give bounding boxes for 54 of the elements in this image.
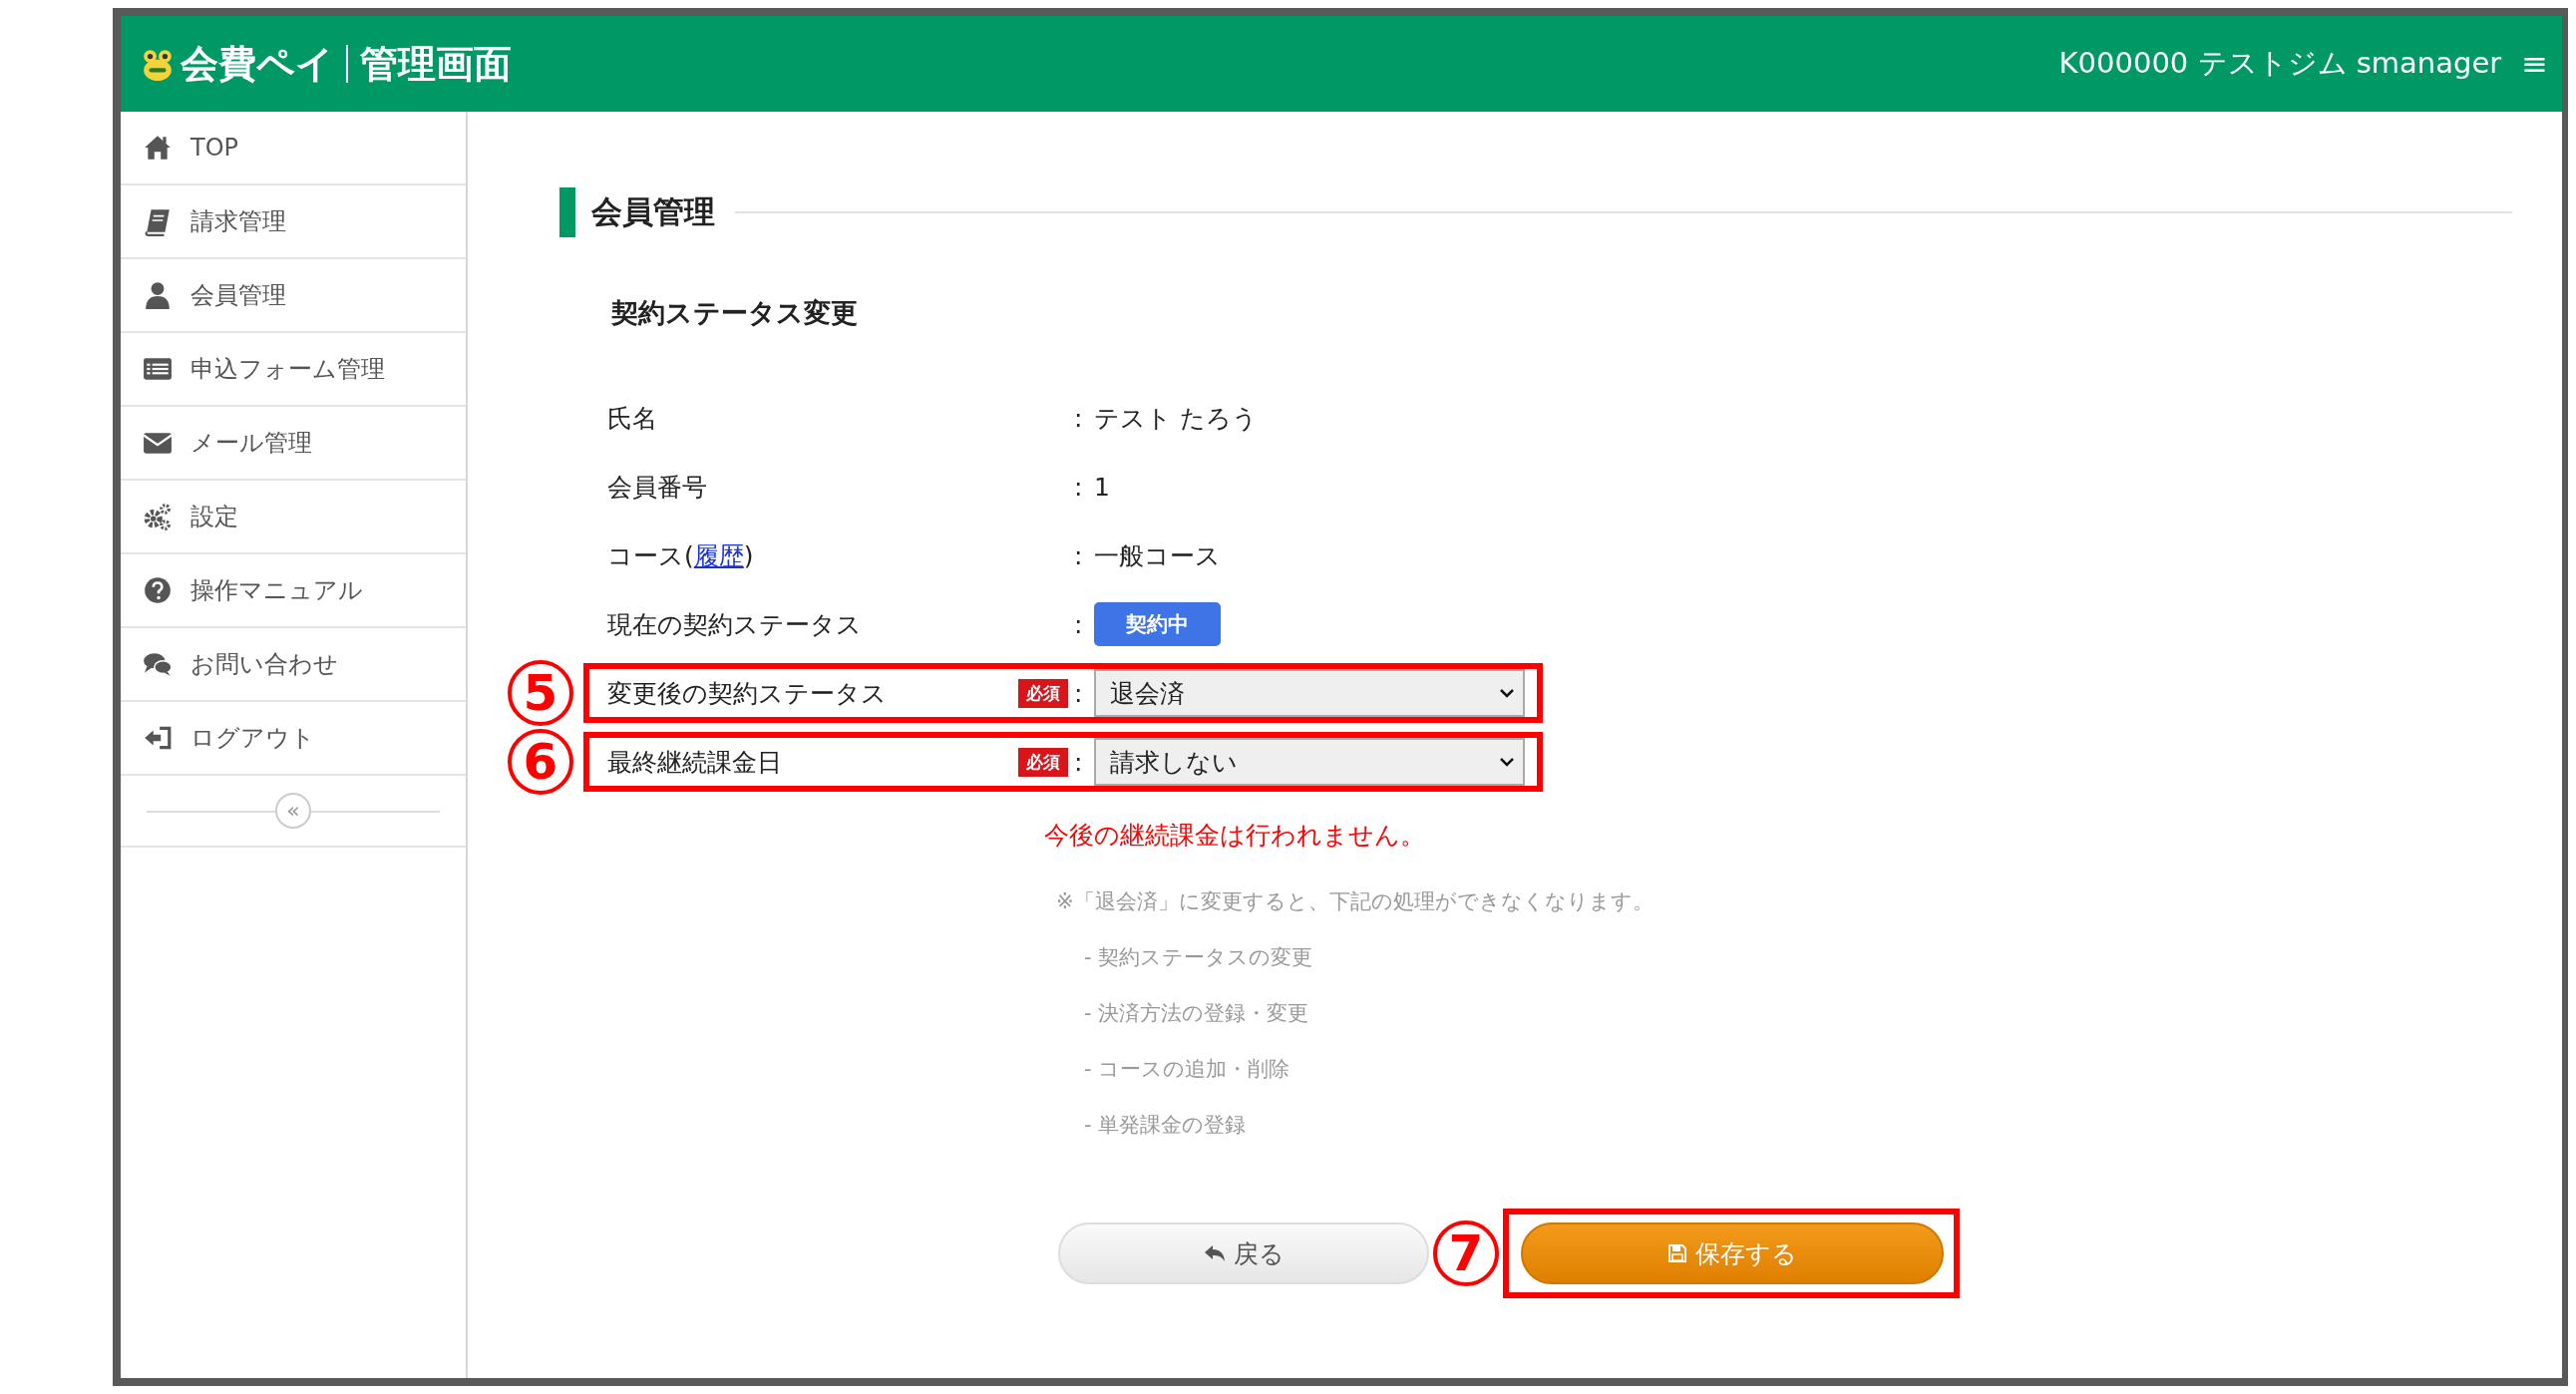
frog-logo-icon [141,47,175,81]
sidebar-item[interactable]: メール管理 [121,407,466,481]
separator: : [1074,678,1084,708]
sidebar-item[interactable]: 設定 [121,481,466,554]
dropdown[interactable]: 退会済 [1094,669,1525,717]
header-title: 管理画面 [360,40,512,88]
note-item: - 契約ステータスの変更 [1083,944,1314,971]
separator: : [1074,747,1084,777]
chevron-down-icon [1499,755,1515,769]
status-badge: 契約中 [1094,602,1221,646]
field-label: コース(履歴) [607,539,754,572]
logo-text: 会費ペイ [181,40,334,88]
separator: : [1074,403,1084,433]
note-text: ※「退会済」に変更すると、下記の処理ができなくなります。 [1056,888,1655,915]
separator: : [1074,609,1084,639]
warning-text: 今後の継続課金は行われません。 [1044,820,1426,852]
callout-number: 6 [508,729,573,795]
reply-arrow-icon [1203,1244,1226,1262]
sidebar-item[interactable]: TOP [121,112,466,185]
menu-icon[interactable]: ≡ [2521,45,2548,83]
field-label: 会員番号 [607,471,707,504]
title-accent-bar [559,187,575,237]
callout-number: 7 [1433,1220,1499,1286]
note-item: - 決済方法の登録・変更 [1083,1000,1310,1027]
sidebar-item[interactable]: 申込フォーム管理 [121,333,466,407]
chevron-down-icon [1499,686,1515,700]
field-label: 最終継続課金日 [607,746,782,779]
field-label: 現在の契約ステータス [607,608,862,641]
field-value: 一般コース [1094,539,1221,572]
sidebar-item[interactable]: ログアウト [121,702,466,776]
sidebar-item[interactable]: お問い合わせ [121,628,466,702]
note-item: - コースの追加・削除 [1083,1056,1291,1083]
separator: : [1074,472,1084,502]
section-title: 契約ステータス変更 [611,296,859,330]
back-button[interactable]: 戻る [1058,1222,1429,1284]
person-icon [143,280,173,310]
callout-number: 5 [508,660,573,726]
history-link[interactable]: 履歴 [693,540,744,570]
separator: : [1074,540,1084,570]
dropdown[interactable]: 請求しない [1094,738,1525,786]
field-value: テスト たろう [1094,402,1258,435]
account-name: K000000 テストジム smanager [2058,45,2502,82]
page-title: 会員管理 [591,192,715,231]
field-label: 氏名 [607,402,657,435]
note-item: - 単発課金の登録 [1083,1112,1248,1139]
required-badge: 必須 [1018,747,1068,777]
sidebar-item[interactable]: 操作マニュアル [121,554,466,628]
book-icon [143,206,173,236]
field-value: 1 [1094,472,1110,502]
help-icon [143,575,173,605]
sidebar-item[interactable]: 請求管理 [121,185,466,259]
required-badge: 必須 [1018,678,1068,708]
field-label: 変更後の契約ステータス [607,677,887,710]
sidebar-item[interactable]: 会員管理 [121,259,466,333]
